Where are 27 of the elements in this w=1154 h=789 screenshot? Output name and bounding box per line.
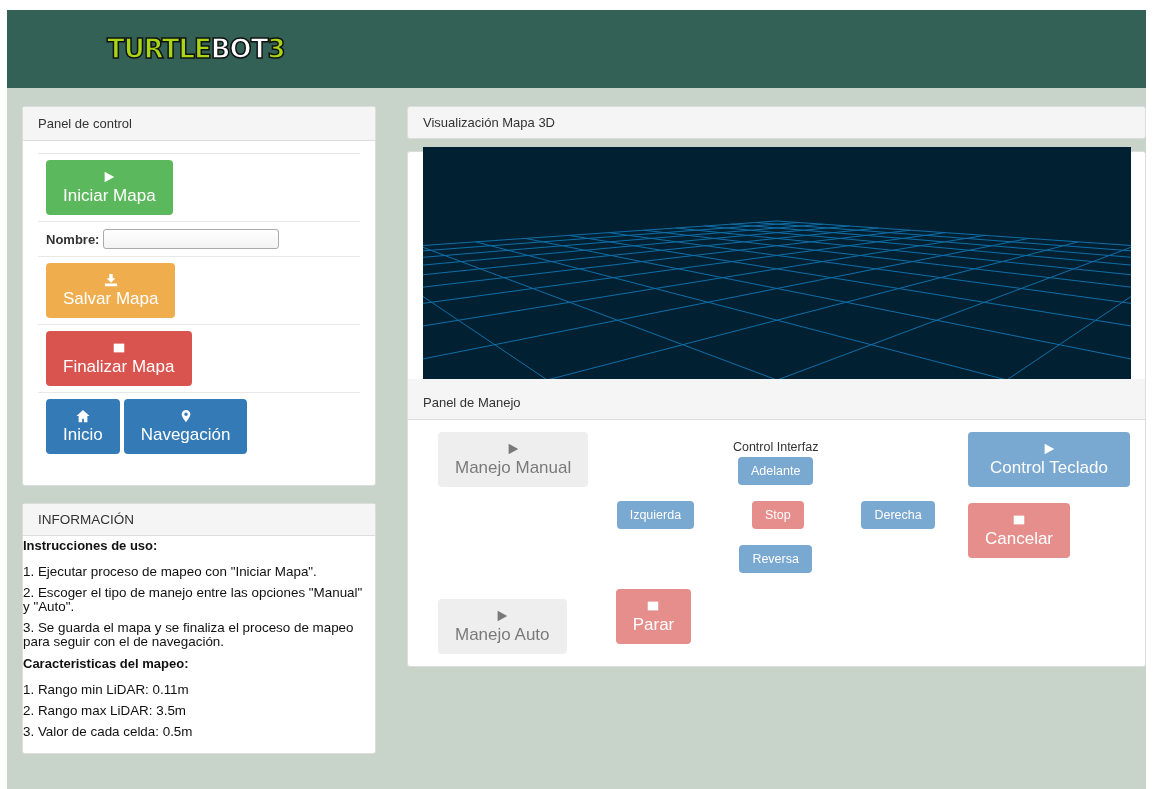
save-map-button[interactable]: Salvar Mapa <box>46 263 176 318</box>
stop-icon <box>1012 513 1026 527</box>
section-heading: Instrucciones de uso: <box>23 538 159 553</box>
panel-title: INFORMACIÓN <box>38 512 134 527</box>
stop-icon <box>646 599 661 613</box>
nav-button[interactable]: Navegación <box>123 399 248 454</box>
info-text: 2. Rango max LiDAR: 3.5m <box>23 704 187 719</box>
stop-icon <box>111 341 126 355</box>
info-text: 1. Rango min LiDAR: 0.11m <box>23 683 190 698</box>
info-text: 3. Valor de cada celda: 0.5m <box>23 725 194 740</box>
info-text: 1. Ejecutar proceso de mapeo con "Iniciar Mapa". <box>23 565 318 580</box>
download-icon <box>103 273 118 287</box>
home-icon <box>75 409 90 423</box>
panel-title: Panel de control <box>38 116 132 131</box>
start-map-button[interactable]: Iniciar Mapa <box>46 160 173 215</box>
info-text: 2. Escoger el tipo de manejo entre las opciones "Manual" y "Auto". <box>23 586 364 615</box>
nav-button[interactable]: Inicio <box>46 399 120 454</box>
info-text: 3. Se guarda el mapa y se finaliza el proceso de mapeo para seguir con el de navegación. <box>23 621 355 650</box>
play-icon <box>1042 442 1056 456</box>
name-input-field[interactable] <box>103 229 280 249</box>
section-heading: Caracteristicas del mapeo: <box>23 656 190 672</box>
field-label: Nombre: <box>46 231 100 247</box>
finish-map-button[interactable]: Finalizar Mapa <box>46 331 192 386</box>
panel-title: Visualización Mapa 3D <box>423 115 555 130</box>
turtlebot-logo: TURTLEBOT3 <box>107 34 285 64</box>
control-title: Control Interfaz <box>732 440 819 454</box>
panel-title: Panel de Manejo <box>423 395 521 410</box>
